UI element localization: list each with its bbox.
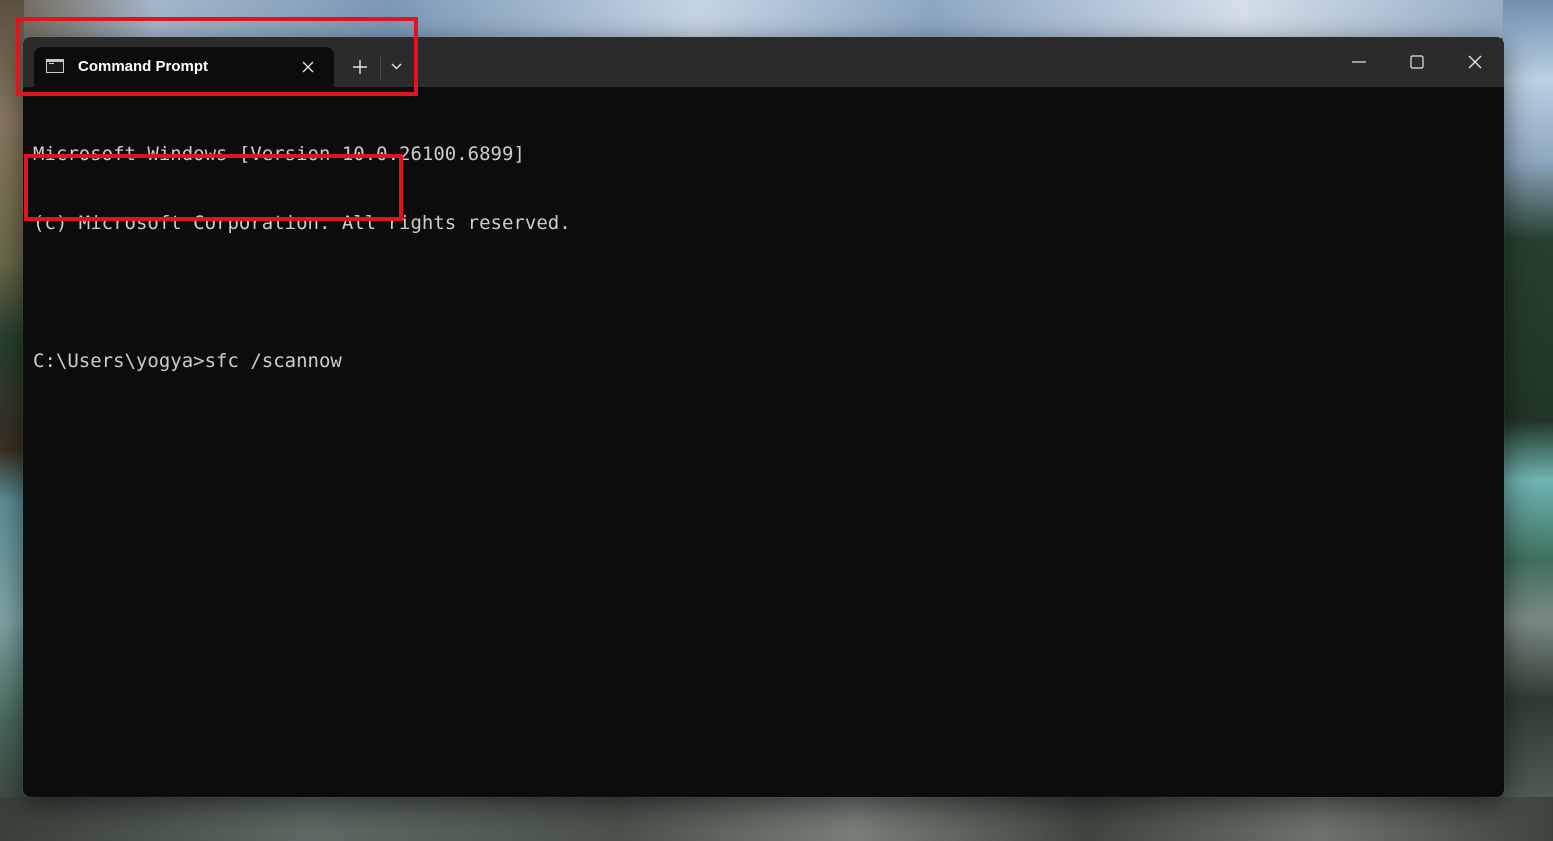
close-icon xyxy=(302,61,314,73)
close-icon xyxy=(1468,55,1482,69)
tab-dropdown-button[interactable] xyxy=(385,54,409,80)
plus-icon xyxy=(353,60,367,74)
tab-close-button[interactable] xyxy=(297,56,319,78)
tab-divider xyxy=(380,56,381,80)
maximize-icon xyxy=(1410,55,1424,69)
command-line[interactable]: C:\Users\yogya>sfc /scannow xyxy=(33,350,1493,373)
terminal-line: (c) Microsoft Corporation. All rights re… xyxy=(33,212,571,234)
tab-command-prompt[interactable]: Command Prompt xyxy=(34,47,334,87)
console-icon xyxy=(46,59,64,73)
desktop-wallpaper-left xyxy=(0,0,24,841)
terminal-line: Microsoft Windows [Version 10.0.26100.68… xyxy=(33,143,525,165)
new-tab-button[interactable] xyxy=(346,54,374,80)
maximize-button[interactable] xyxy=(1388,37,1446,87)
minimize-button[interactable] xyxy=(1330,37,1388,87)
desktop-wallpaper-right xyxy=(1503,0,1553,841)
minimize-icon xyxy=(1352,61,1366,63)
close-window-button[interactable] xyxy=(1446,37,1504,87)
tab-title: Command Prompt xyxy=(78,58,209,75)
chevron-down-icon xyxy=(391,63,402,70)
desktop-wallpaper-top xyxy=(0,0,1553,38)
title-bar[interactable]: Command Prompt xyxy=(23,37,1504,87)
terminal-window: Command Prompt Microsoft Windows [Versio… xyxy=(23,37,1504,797)
terminal-output[interactable]: Microsoft Windows [Version 10.0.26100.68… xyxy=(33,97,1493,787)
desktop-wallpaper-bottom xyxy=(0,797,1553,841)
